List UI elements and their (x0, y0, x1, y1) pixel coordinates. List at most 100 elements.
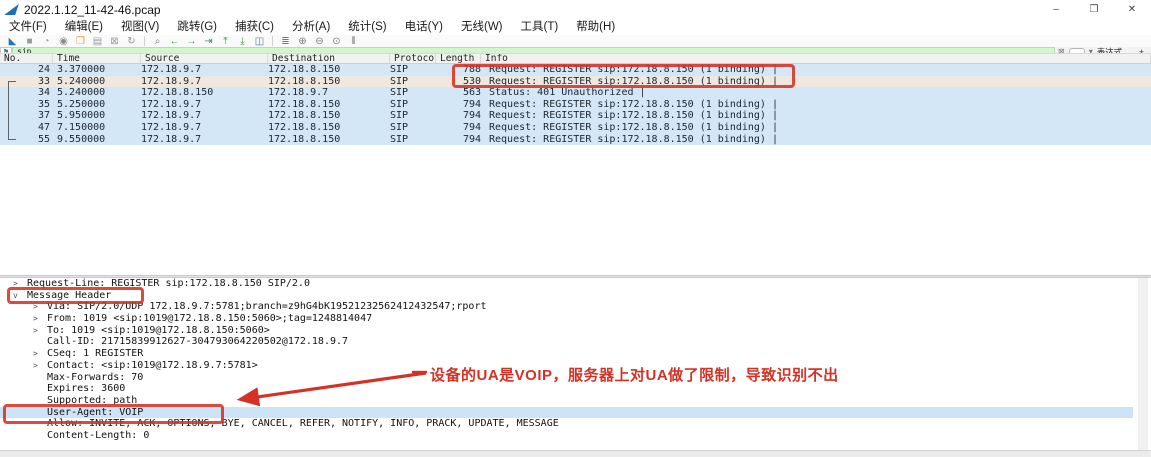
wireshark-window: 2022.1.12_11-42-46.pcap – ❐ ✕ 文件(F) 编辑(E)… (0, 0, 1151, 457)
menu-item-1[interactable]: 编辑(E) (56, 19, 112, 35)
highlight-box-info (452, 64, 795, 88)
stop-capture-icon[interactable]: ■ (21, 36, 38, 47)
column-header-protocol[interactable]: Protocol (390, 54, 436, 63)
maximize-button[interactable]: ❐ (1075, 0, 1113, 19)
detail-line-text: Content-Length: 0 (47, 429, 150, 441)
detail-line[interactable]: > From: 1019 <sip:1019@172.18.8.150:5060>… (0, 313, 1151, 325)
cell-length: 794 (462, 133, 481, 145)
menu-item-2[interactable]: 视图(V) (112, 19, 168, 35)
detail-line[interactable]: Call-ID: 21715839912627-304793064220502@… (0, 336, 1151, 348)
cell-destination: 172.18.8.150 (268, 75, 341, 87)
cell-protocol: SIP (390, 133, 409, 145)
cell-protocol: SIP (390, 110, 409, 122)
close-file-icon[interactable]: ⊠ (106, 36, 123, 47)
detail-scrollbar[interactable] (1138, 278, 1148, 450)
column-header-length[interactable]: Length (436, 54, 481, 63)
detail-line-text: Expires: 3600 (47, 383, 126, 395)
highlight-box-user-agent (3, 404, 224, 424)
detail-line[interactable]: > To: 1019 <sip:1019@172.18.8.150:5060> (0, 325, 1151, 337)
menu-item-7[interactable]: 电话(Y) (396, 19, 452, 35)
table-row[interactable]: 35 5.250000 172.18.9.7 172.18.8.150 SIP 794 Re… (0, 98, 1151, 111)
zoom-in-icon[interactable]: ⊕ (294, 36, 311, 47)
go-forward-icon[interactable]: → (183, 36, 200, 47)
go-back-icon[interactable]: ← (166, 36, 183, 47)
table-row[interactable]: 47 7.150000 172.18.9.7 172.18.8.150 SIP 794 Re… (0, 121, 1151, 134)
detail-line[interactable]: > Via: SIP/2.0/UDP 172.18.9.7:5781;branch… (0, 301, 1151, 313)
auto-scroll-icon[interactable]: ◫ (251, 36, 268, 47)
cell-info: Request: REGISTER sip:172.18.8.150 (1 bi… (489, 98, 778, 110)
detail-line-text: Call-ID: 21715839912627-304793064220502@… (47, 336, 349, 348)
cell-info: Request: REGISTER sip:172.18.8.150 (1 bi… (489, 133, 778, 145)
cell-time: 5.950000 (57, 110, 106, 122)
table-row[interactable]: 55 9.550000 172.18.9.7 172.18.8.150 SIP 794 Re… (0, 133, 1151, 146)
expand-icon[interactable]: > (33, 348, 38, 360)
start-capture-icon[interactable]: ◣ (4, 36, 21, 47)
expand-icon[interactable]: > (33, 360, 38, 372)
menu-item-8[interactable]: 无线(W) (452, 19, 512, 35)
column-header-source[interactable]: Source (141, 54, 268, 63)
colorize-icon[interactable]: ≣ (277, 36, 294, 47)
zoom-out-icon[interactable]: ⊖ (311, 36, 328, 47)
expand-icon[interactable]: > (33, 313, 38, 325)
save-file-icon[interactable]: ▤ (89, 36, 106, 47)
capture-options-icon[interactable]: ◉ (55, 36, 72, 47)
column-header-no[interactable]: No. (0, 54, 53, 63)
cell-no: 24 (37, 64, 50, 75)
menu-item-10[interactable]: 帮助(H) (567, 19, 624, 35)
expand-icon[interactable]: > (33, 325, 38, 337)
cell-protocol: SIP (390, 98, 409, 110)
cell-time: 7.150000 (57, 121, 106, 133)
related-packet-line (8, 81, 9, 140)
cell-time: 9.550000 (57, 133, 106, 145)
detail-line[interactable]: Content-Length: 0 (0, 430, 1151, 442)
zoom-original-icon[interactable]: ⊙ (328, 36, 345, 47)
reload-file-icon[interactable]: ↻ (123, 36, 140, 47)
detail-line-text: From: 1019 <sip:1019@172.18.8.150:5060>;… (47, 313, 373, 325)
menu-item-6[interactable]: 统计(S) (339, 19, 395, 35)
detail-line[interactable]: > CSeq: 1 REGISTER (0, 348, 1151, 360)
go-last-icon[interactable]: ⤓ (234, 36, 251, 47)
cell-info: Request: REGISTER sip:172.18.8.150 (1 bi… (489, 121, 778, 133)
table-row[interactable]: 34 5.240000 172.18.8.150 172.18.9.7 SIP 563 St… (0, 87, 1151, 99)
table-row[interactable]: 37 5.950000 172.18.9.7 172.18.8.150 SIP 794 Re… (0, 110, 1151, 122)
column-header-time[interactable]: Time (53, 54, 141, 63)
toolbar-separator (272, 36, 273, 46)
go-to-packet-icon[interactable]: ⇥ (200, 36, 217, 47)
detail-line[interactable]: > Request-Line: REGISTER sip:172.18.8.150… (0, 278, 1151, 290)
menu-item-0[interactable]: 文件(F) (0, 19, 56, 35)
go-first-icon[interactable]: ⤒ (217, 36, 234, 47)
cell-source: 172.18.9.7 (141, 98, 202, 110)
toolbar-separator (144, 36, 145, 46)
detail-line-text: CSeq: 1 REGISTER (47, 348, 144, 360)
cell-length: 794 (462, 98, 481, 110)
cell-destination: 172.18.8.150 (268, 110, 341, 122)
detail-line-text: To: 1019 <sip:1019@172.18.8.150:5060> (47, 324, 270, 336)
cell-destination: 172.18.8.150 (268, 98, 341, 110)
find-packet-icon[interactable]: ⌕ (149, 36, 166, 47)
detail-line[interactable]: v Message Header (0, 290, 1151, 302)
minimize-button[interactable]: – (1037, 0, 1075, 19)
annotation-text: 设备的UA是VOIP，服务器上对UA做了限制，导致识别不出 (430, 367, 839, 384)
close-button[interactable]: ✕ (1113, 0, 1151, 19)
menu-item-4[interactable]: 捕获(C) (226, 19, 283, 35)
restart-capture-icon[interactable]: ◔ (38, 36, 55, 47)
cell-info: Status: 401 Unauthorized | (489, 87, 646, 99)
packet-list-header: No. Time Source Destination Protocol Len… (0, 53, 1151, 64)
menu-item-5[interactable]: 分析(A) (283, 19, 339, 35)
menu-item-9[interactable]: 工具(T) (512, 19, 568, 35)
main-toolbar: ◣ ■ ◔ ◉ ❒ ▤ ⊠ ↻ ⌕ ← → ⇥ ⤒ ⤓ ◫ ≣ ⊕ ⊖ ⊙ ⫴ (0, 35, 1151, 47)
column-header-info[interactable]: Info (481, 54, 1151, 63)
cell-source: 172.18.9.7 (141, 75, 202, 87)
cell-destination: 172.18.8.150 (268, 64, 341, 75)
cell-destination: 172.18.9.7 (268, 87, 329, 99)
column-header-destination[interactable]: Destination (268, 54, 390, 63)
wireshark-logo-icon (6, 4, 19, 15)
open-file-icon[interactable]: ❒ (72, 36, 89, 47)
menu-item-3[interactable]: 跳转(G) (168, 19, 226, 35)
resize-columns-icon[interactable]: ⫴ (345, 36, 362, 47)
status-bar (0, 450, 1151, 457)
cell-protocol: SIP (390, 87, 409, 99)
window-title: 2022.1.12_11-42-46.pcap (24, 2, 161, 17)
cell-destination: 172.18.8.150 (268, 121, 341, 133)
cell-time: 3.370000 (57, 64, 106, 75)
